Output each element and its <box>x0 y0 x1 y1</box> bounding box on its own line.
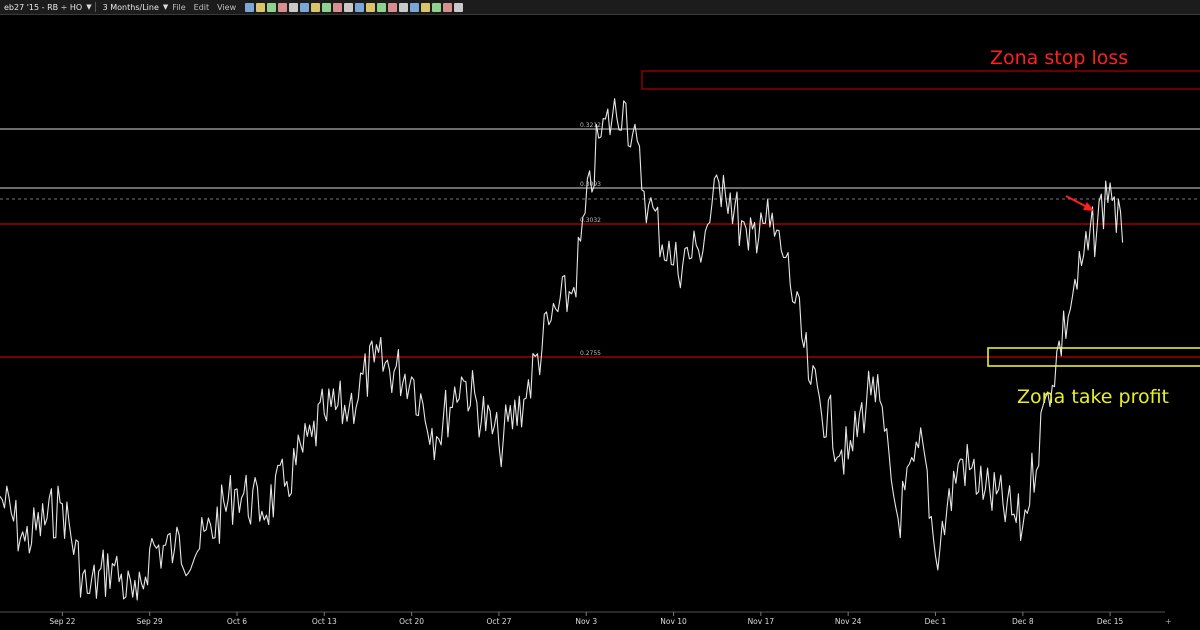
zoom-out-icon[interactable] <box>322 2 332 12</box>
tools-icon[interactable] <box>454 2 464 12</box>
red-arrow <box>1065 195 1094 211</box>
x-tick-label: Oct 27 <box>486 617 511 626</box>
x-tick-label: Nov 3 <box>575 617 597 626</box>
draw-icon[interactable] <box>399 2 409 12</box>
x-tick-label: Sep 22 <box>49 617 75 626</box>
hand-icon[interactable] <box>333 2 343 12</box>
stop-loss-annotation: Zona stop loss <box>990 47 1128 69</box>
level-label-0-3212: 0.3212 <box>580 122 601 129</box>
menu-file[interactable]: File <box>168 3 189 12</box>
undo-icon[interactable] <box>344 2 354 12</box>
x-tick-label: Nov 10 <box>660 617 687 626</box>
fib-icon[interactable] <box>432 2 442 12</box>
x-tick-label: Nov 17 <box>748 617 775 626</box>
horizontal-levels: 0.3212 0.3093 0.3032 0.2755 <box>0 122 1200 358</box>
take-profit-annotation: Zona take profit <box>1017 386 1169 408</box>
price-chart: 0.3212 0.3093 0.3032 0.2755 Zona stop lo… <box>0 47 1200 626</box>
chart-icon[interactable] <box>267 2 277 12</box>
chart-icon[interactable] <box>278 2 288 12</box>
print-icon[interactable] <box>388 2 398 12</box>
settings-icon[interactable] <box>377 2 387 12</box>
x-tick-label: Oct 20 <box>399 617 424 626</box>
x-tick-label: Oct 13 <box>312 617 337 626</box>
x-axis: Sep 22 Sep 29 Oct 6 Oct 13 Oct 20 Oct 27 Nov 3… <box>49 612 1124 626</box>
zoom-in-icon[interactable] <box>311 2 321 12</box>
x-tick-label: Dec 8 <box>1012 617 1034 626</box>
x-tick-label: Dec 1 <box>925 617 947 626</box>
reset-icon[interactable] <box>366 2 376 12</box>
chevron-down-icon[interactable]: ▼ <box>86 3 91 11</box>
line-icon[interactable] <box>410 2 420 12</box>
menu-view[interactable]: View <box>213 3 240 12</box>
chart-toolbar: eb27 '15 - RB ÷ HO ▼ 3 Months/Line ▼ Fil… <box>0 0 1200 15</box>
price-series-line <box>0 98 1124 601</box>
toolbar-icons <box>244 2 464 12</box>
x-tick-label: Dec 15 <box>1097 617 1124 626</box>
channel-icon[interactable] <box>421 2 431 12</box>
stop-loss-zone <box>641 70 1200 90</box>
square-icon[interactable] <box>245 2 255 12</box>
redo-icon[interactable] <box>355 2 365 12</box>
x-tick-label: Oct 6 <box>227 617 247 626</box>
timeframe-selector[interactable]: 3 Months/Line <box>99 3 163 12</box>
chart-icon[interactable] <box>289 2 299 12</box>
square-icon[interactable] <box>256 2 266 12</box>
cursor-icon[interactable] <box>300 2 310 12</box>
level-label-0-2755: 0.2755 <box>580 350 601 357</box>
marker-icon[interactable] <box>443 2 453 12</box>
menu-edit[interactable]: Edit <box>190 3 214 12</box>
x-tick-label: Nov 24 <box>835 617 862 626</box>
x-tick-label: Sep 29 <box>137 617 163 626</box>
symbol-selector[interactable]: eb27 '15 - RB ÷ HO <box>0 3 86 12</box>
toolbar-divider <box>94 2 96 12</box>
scroll-right-icon[interactable]: + <box>1165 617 1172 626</box>
